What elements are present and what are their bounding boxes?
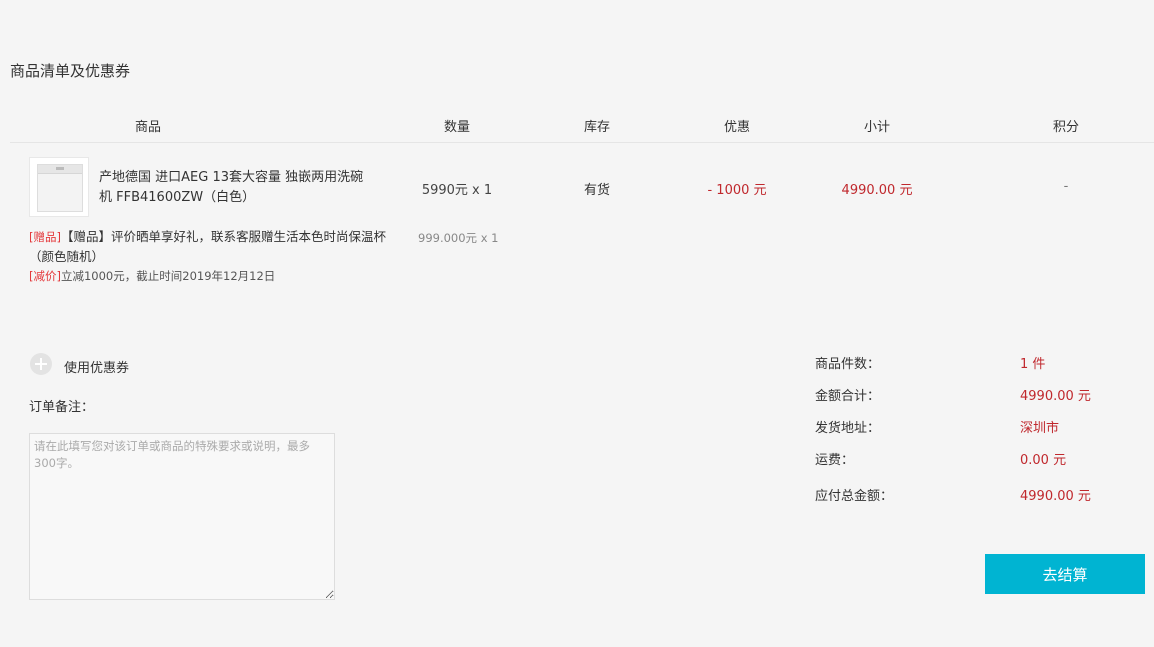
checkout-button[interactable]: 去结算	[985, 554, 1145, 594]
amount-label: 金额合计：	[815, 389, 881, 404]
address-value: 深圳市	[1020, 421, 1060, 436]
header-quantity: 数量	[443, 120, 471, 135]
total-label: 应付总金额：	[815, 489, 894, 504]
header-subtotal: 小计	[863, 120, 891, 135]
total-value: 4990.00 元	[1020, 489, 1091, 504]
item-count-label: 商品件数：	[815, 357, 881, 372]
product-points: -	[1063, 179, 1069, 194]
product-discount: - 1000 元	[707, 183, 767, 198]
remark-textarea[interactable]	[29, 433, 335, 600]
header-points: 积分	[1052, 120, 1080, 135]
product-stock: 有货	[583, 183, 611, 198]
gift-qty: 999.000元 x 1	[418, 231, 499, 245]
product-name[interactable]: 产地德国 进口AEG 13套大容量 独嵌两用洗碗机 FFB41600ZW（白色）	[99, 168, 369, 208]
use-coupon-label[interactable]: 使用优惠券	[64, 357, 129, 376]
gift-tag: [赠品]	[29, 230, 61, 244]
header-discount: 优惠	[723, 120, 751, 135]
header-stock: 库存	[583, 120, 611, 135]
gift-text: 【赠品】评价晒单享好礼，联系客服赠生活本色时尚保温杯（颜色随机）	[29, 229, 386, 264]
product-subtotal: 4990.00 元	[841, 183, 913, 198]
promotion-line: [减价]立减1000元，截止时间2019年12月12日	[29, 268, 275, 284]
section-title: 商品清单及优惠券	[10, 62, 131, 80]
product-thumbnail[interactable]	[29, 157, 89, 217]
product-price-qty: 5990元 x 1	[421, 183, 493, 198]
table-header: 商品 数量 库存 优惠 小计 积分	[10, 108, 1154, 143]
remark-label: 订单备注：	[29, 400, 95, 415]
amount-value: 4990.00 元	[1020, 389, 1091, 404]
header-product: 商品	[134, 120, 162, 135]
dishwasher-image	[37, 164, 83, 212]
shipping-value: 0.00 元	[1020, 453, 1067, 468]
address-label: 发货地址：	[815, 421, 881, 436]
item-count-value: 1 件	[1020, 357, 1046, 372]
gift-item: [赠品]【赠品】评价晒单享好礼，联系客服赠生活本色时尚保温杯（颜色随机）	[29, 227, 389, 267]
promotion-tag: [减价]	[29, 269, 61, 283]
shipping-label: 运费：	[815, 453, 855, 468]
promotion-text: 立减1000元，截止时间2019年12月12日	[60, 269, 276, 283]
plus-circle-icon[interactable]	[30, 353, 52, 375]
